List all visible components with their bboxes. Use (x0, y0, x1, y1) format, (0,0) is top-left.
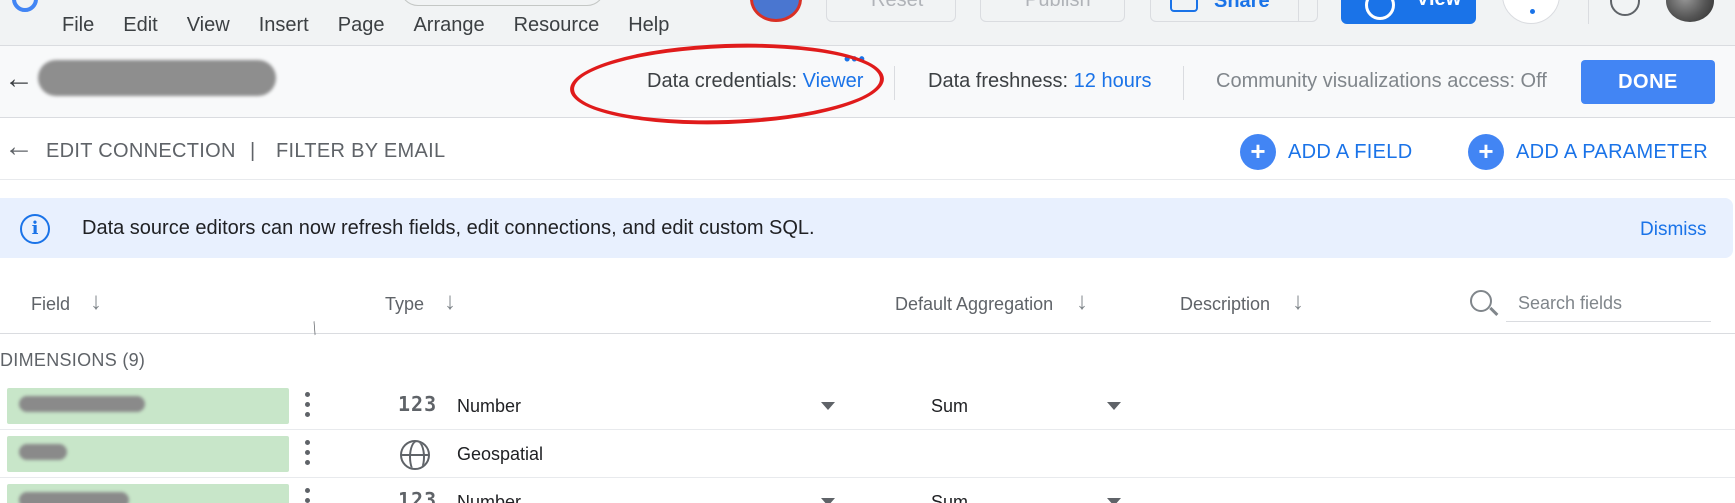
menu-file[interactable]: File (62, 14, 94, 37)
field-type-select[interactable]: Number (457, 396, 521, 417)
info-banner: i Data source editors can now refresh fi… (0, 198, 1733, 258)
redacted-field-name (19, 492, 129, 503)
back-arrow-icon[interactable]: ← (4, 132, 34, 162)
field-type-select[interactable]: Number (457, 492, 521, 503)
freshness-value-link[interactable]: 12 hours (1074, 70, 1152, 92)
number-type-icon: 123 (398, 488, 438, 503)
back-arrow-icon[interactable]: ← (4, 64, 34, 94)
number-type-icon: 123 (398, 392, 438, 416)
collaborator-avatar[interactable] (750, 0, 802, 22)
field-name-cell[interactable] (7, 388, 289, 424)
menu-resource[interactable]: Resource (514, 14, 600, 37)
main-menu: File Edit View Insert Page Arrange Resou… (62, 14, 698, 37)
table-row: 123 Number Sum (0, 382, 1735, 430)
share-dropdown-button[interactable] (1298, 0, 1318, 22)
field-type-select[interactable]: Geospatial (457, 444, 543, 465)
redacted-field-name (19, 396, 145, 412)
sort-arrow-icon[interactable]: ↓ (1292, 288, 1304, 316)
chevron-down-icon[interactable] (821, 402, 835, 410)
menu-edit[interactable]: Edit (123, 14, 157, 37)
header-divider (1183, 66, 1184, 100)
breadcrumb-separator: | (250, 140, 256, 162)
data-source-title: FILTER BY EMAIL (276, 140, 446, 162)
globe-icon (400, 440, 430, 470)
reset-label: Reset (871, 0, 924, 11)
field-name-cell[interactable] (7, 436, 289, 472)
table-row: Geospatial (0, 430, 1735, 478)
share-label: Share (1214, 0, 1270, 12)
menu-insert[interactable]: Insert (259, 14, 309, 37)
report-title-field[interactable] (400, 0, 605, 6)
search-fields-input[interactable] (1506, 286, 1711, 322)
data-freshness: Data freshness: 12 hours (928, 70, 1151, 93)
field-name-cell[interactable] (7, 484, 289, 503)
field-menu-icon[interactable] (305, 440, 311, 468)
column-header-type[interactable]: Type (385, 294, 424, 315)
add-field-button[interactable]: + ADD A FIELD (1240, 134, 1412, 170)
menu-help[interactable]: Help (628, 14, 669, 37)
view-button[interactable]: View (1341, 0, 1476, 24)
community-visualizations-access[interactable]: Community visualizations access: Off (1216, 70, 1547, 93)
connection-toolbar: ← EDIT CONNECTION | FILTER BY EMAIL + AD… (0, 118, 1735, 180)
dimensions-section-label: DIMENSIONS (9) (0, 350, 146, 370)
banner-message: Data source editors can now refresh fiel… (82, 217, 815, 239)
column-resize-handle[interactable]: ⟋ (305, 319, 324, 338)
person-add-icon (1170, 0, 1198, 12)
edit-connection-link[interactable]: EDIT CONNECTION (46, 140, 236, 163)
sort-arrow-icon[interactable]: ↓ (444, 288, 456, 316)
field-menu-icon[interactable] (305, 392, 311, 420)
field-menu-icon[interactable] (305, 488, 311, 503)
plus-icon: + (1240, 134, 1276, 170)
menu-view[interactable]: View (187, 14, 230, 37)
add-parameter-label: ADD A PARAMETER (1516, 140, 1708, 163)
app-logo-icon (12, 0, 38, 12)
chevron-down-icon[interactable] (1107, 402, 1121, 410)
fields-table-header: Field ↓ ⟋ Type ↓ Default Aggregation ↓ D… (0, 258, 1735, 337)
publish-label: Publish (1025, 0, 1091, 11)
header-divider (894, 66, 895, 100)
freshness-label: Data freshness: (928, 70, 1069, 92)
help-icon[interactable] (1610, 0, 1640, 16)
reset-button[interactable]: Reset (826, 0, 956, 22)
info-icon: i (20, 214, 50, 244)
publish-button[interactable]: Publish (980, 0, 1125, 22)
aggregation-select[interactable]: Sum (931, 492, 968, 503)
column-header-default-aggregation[interactable]: Default Aggregation (895, 294, 1053, 315)
menu-arrange[interactable]: Arrange (413, 14, 484, 37)
column-header-description[interactable]: Description (1180, 294, 1270, 315)
column-header-field[interactable]: Field (31, 294, 70, 315)
sort-arrow-icon[interactable]: ↓ (1076, 288, 1088, 316)
table-row: 123 Number Sum (0, 478, 1735, 503)
toolbar-divider (1588, 0, 1589, 24)
add-parameter-button[interactable]: + ADD A PARAMETER (1468, 134, 1708, 170)
add-field-label: ADD A FIELD (1288, 140, 1413, 163)
more-options-button[interactable] (1502, 0, 1560, 24)
redacted-field-name (19, 444, 67, 460)
app-menubar: File Edit View Insert Page Arrange Resou… (0, 0, 1735, 46)
plus-icon: + (1468, 134, 1504, 170)
aggregation-select[interactable]: Sum (931, 396, 968, 417)
chevron-down-icon[interactable] (1107, 498, 1121, 503)
menu-page[interactable]: Page (338, 14, 385, 37)
user-avatar[interactable] (1666, 0, 1714, 22)
sort-arrow-icon[interactable]: ↓ (90, 288, 102, 316)
dismiss-button[interactable]: Dismiss (1640, 219, 1707, 241)
search-icon (1470, 290, 1492, 312)
redacted-data-source-name (38, 60, 276, 96)
view-label: View (1416, 0, 1461, 10)
done-button[interactable]: DONE (1581, 60, 1715, 104)
chevron-down-icon[interactable] (821, 498, 835, 503)
